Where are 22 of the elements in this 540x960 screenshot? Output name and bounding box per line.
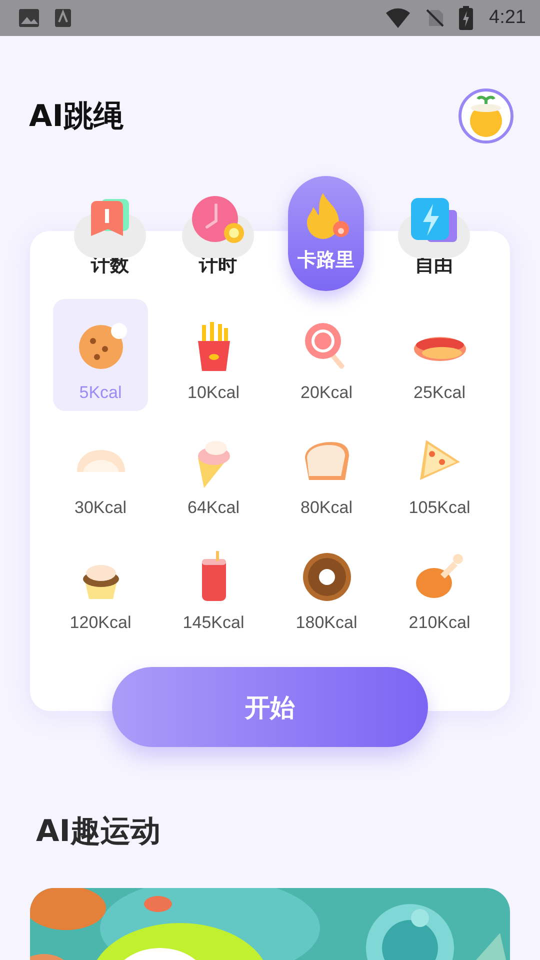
- keyboard-icon: [54, 8, 72, 28]
- page-title: AI跳绳: [29, 98, 124, 136]
- calorie-option[interactable]: 64Kcal: [166, 414, 261, 526]
- calorie-option[interactable]: 10Kcal: [166, 299, 261, 411]
- calorie-option[interactable]: 105Kcal: [392, 414, 487, 526]
- calorie-option[interactable]: 145Kcal: [166, 529, 261, 641]
- calorie-option[interactable]: 80Kcal: [279, 414, 374, 526]
- battery-charging-icon: [459, 6, 474, 30]
- calorie-option[interactable]: 180Kcal: [279, 529, 374, 641]
- status-time: 4:21: [489, 7, 526, 29]
- image-icon: [18, 8, 40, 28]
- wifi-icon: [385, 8, 412, 28]
- avatar-icon[interactable]: [458, 88, 514, 144]
- calorie-option[interactable]: 25Kcal: [392, 299, 487, 411]
- calorie-option[interactable]: 120Kcal: [53, 529, 148, 641]
- calorie-option[interactable]: 20Kcal: [279, 299, 374, 411]
- lightning-icon: [409, 198, 459, 244]
- no-sim-icon: [425, 8, 446, 28]
- calorie-option[interactable]: 210Kcal: [392, 529, 487, 641]
- mode-tab[interactable]: 卡路里: [288, 176, 364, 291]
- calorie-option[interactable]: 30Kcal: [53, 414, 148, 526]
- section-title: AI趣运动: [36, 813, 162, 851]
